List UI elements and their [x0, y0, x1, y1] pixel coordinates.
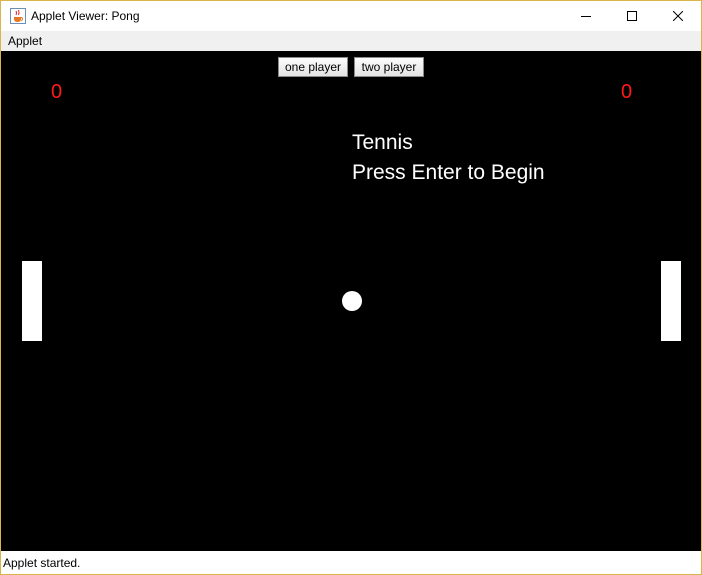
- start-prompt-text: Press Enter to Begin: [352, 161, 545, 184]
- left-score: 0: [51, 81, 63, 103]
- game-title-text: Tennis: [352, 131, 413, 154]
- maximize-button[interactable]: [609, 1, 655, 31]
- two-player-button[interactable]: two player: [354, 57, 424, 77]
- right-paddle: [661, 261, 681, 341]
- maximize-icon: [627, 11, 637, 21]
- left-paddle: [22, 261, 42, 341]
- menu-applet[interactable]: Applet: [8, 34, 42, 48]
- right-score: 0: [621, 81, 633, 103]
- status-text: Applet started.: [3, 556, 81, 570]
- close-button[interactable]: [655, 1, 701, 31]
- ball: [342, 291, 362, 311]
- minimize-icon: [581, 16, 591, 17]
- window-title: Applet Viewer: Pong: [31, 9, 140, 23]
- applet-window: Applet Viewer: Pong Applet one player tw…: [0, 0, 702, 575]
- minimize-button[interactable]: [563, 1, 609, 31]
- menu-bar: Applet: [1, 31, 701, 51]
- game-canvas[interactable]: one player two player 0 0 Tennis Press E…: [1, 51, 701, 551]
- title-bar[interactable]: Applet Viewer: Pong: [1, 1, 701, 31]
- java-cup-icon: [10, 8, 26, 24]
- one-player-button[interactable]: one player: [278, 57, 348, 77]
- close-icon: [673, 11, 683, 21]
- status-bar: Applet started.: [1, 551, 701, 574]
